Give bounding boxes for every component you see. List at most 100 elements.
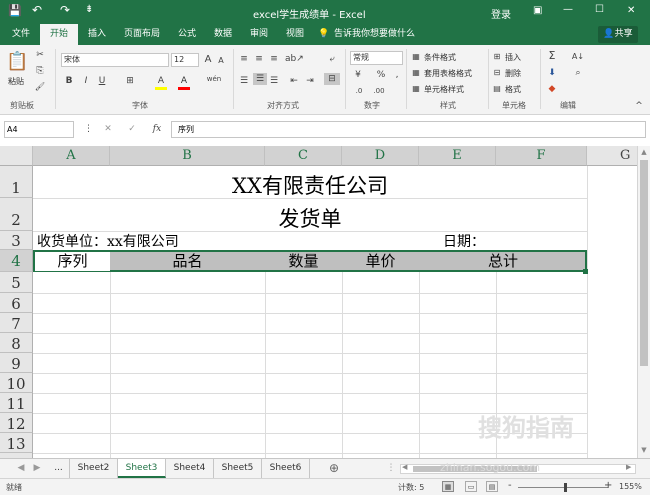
collapse-ribbon-icon[interactable]: ^ [634,100,644,112]
cell-e4-merged[interactable]: 总计 [419,252,587,271]
percent-icon[interactable]: % [375,69,387,81]
normal-view-icon[interactable]: ▦ [442,481,454,492]
ribbon-display-options-icon[interactable]: ▣ [533,5,542,16]
tab-home[interactable]: 开始 [40,24,78,45]
sort-filter-icon[interactable]: A↓ [570,51,586,63]
row-header-2[interactable]: 2 [0,198,33,231]
sheet-tab-sheet4[interactable]: Sheet4 [166,459,214,478]
align-top-icon[interactable]: ≡ [238,53,250,65]
worksheet-grid[interactable]: A B C D E F G 1 2 3 4 5 6 7 8 9 10 11 12… [0,146,637,458]
row-header-6[interactable]: 6 [0,293,33,313]
tab-file[interactable]: 文件 [4,24,38,45]
cell-b4[interactable]: 品名 [110,252,265,271]
grow-font-icon[interactable]: A [203,54,213,66]
border-icon[interactable]: ⊞ [124,75,136,87]
merge-center-icon[interactable]: ⊟ [324,73,340,85]
paste-icon[interactable]: 📋 [6,49,28,75]
next-sheet-icon[interactable]: ▶ [30,459,44,478]
sheet-tab-sheet3[interactable]: Sheet3 [118,459,166,478]
page-layout-view-icon[interactable]: ▭ [465,481,477,492]
row-header-12[interactable]: 12 [0,413,33,433]
insert-cells-button[interactable]: 插入 [505,52,521,63]
customize-qat-icon[interactable]: ⇟ [85,4,93,15]
tab-formulas[interactable]: 公式 [170,24,204,45]
number-format-dropdown[interactable]: 常规 [350,51,403,65]
zoom-level[interactable]: 155% [619,482,642,491]
cell-c4[interactable]: 数量 [265,252,342,271]
more-sheets-button[interactable]: ... [48,459,70,478]
cut-icon[interactable]: ✂ [34,49,46,61]
column-header-e[interactable]: E [419,146,496,166]
align-right-icon[interactable]: ☰ [268,75,280,87]
cell-styles-button[interactable]: 单元格样式 [424,84,464,95]
tab-data[interactable]: 数据 [206,24,240,45]
prev-sheet-icon[interactable]: ◀ [14,459,28,478]
zoom-slider-track[interactable] [518,487,608,488]
currency-icon[interactable]: ¥ [352,69,364,81]
maximize-icon[interactable]: ☐ [595,4,604,15]
increase-indent-icon[interactable]: ⇥ [304,75,316,87]
save-icon[interactable]: 💾 [8,4,22,17]
undo-icon[interactable]: ↶ [32,3,42,17]
row-header-3[interactable]: 3 [0,231,33,250]
close-icon[interactable]: ✕ [627,5,635,16]
tab-page-layout[interactable]: 页面布局 [116,24,168,45]
align-middle-icon[interactable]: ≡ [253,53,265,65]
format-as-table-button[interactable]: 套用表格格式 [424,68,472,79]
minimize-icon[interactable]: — [563,4,573,15]
cell-d4[interactable]: 单价 [342,252,419,271]
font-color-icon[interactable]: A [178,75,190,90]
scroll-down-icon[interactable]: ▼ [639,446,649,454]
phonetic-icon[interactable]: wén [204,73,224,85]
bold-icon[interactable]: B [63,75,75,87]
formula-input[interactable]: 序列 [171,121,646,138]
page-break-view-icon[interactable]: ▤ [486,481,498,492]
align-bottom-icon[interactable]: ≡ [268,53,280,65]
fill-handle[interactable] [583,269,588,274]
cancel-icon[interactable]: ✕ [102,123,114,135]
row-header-4[interactable]: 4 [0,250,33,272]
row-header-10[interactable]: 10 [0,373,33,393]
sign-in-link[interactable]: 登录 [491,6,511,21]
split-handle-icon[interactable]: ⋮ [386,459,396,478]
row-header-9[interactable]: 9 [0,353,33,373]
font-name-dropdown[interactable]: 宋体 [61,53,169,67]
copy-icon[interactable]: ⎘ [34,65,46,77]
clear-icon[interactable]: ◆ [546,83,558,95]
align-left-icon[interactable]: ☰ [238,75,250,87]
column-header-c[interactable]: C [265,146,342,166]
scroll-right-icon[interactable]: ▶ [626,463,631,471]
sheet-tab-sheet6[interactable]: Sheet6 [262,459,310,478]
row-header-8[interactable]: 8 [0,333,33,353]
vertical-scrollbar[interactable]: ▲ ▼ [637,146,650,458]
new-sheet-icon[interactable]: ⊕ [324,459,344,478]
autosum-icon[interactable]: Σ [546,50,558,62]
select-all-button[interactable] [0,146,33,166]
orientation-icon[interactable]: ab↗ [285,53,304,65]
tab-insert[interactable]: 插入 [80,24,114,45]
zoom-in-button[interactable]: + [604,480,612,491]
cell-subtitle[interactable]: 发货单 [33,198,587,231]
row-header-13[interactable]: 13 [0,433,33,453]
column-header-b[interactable]: B [110,146,265,166]
row-header-1[interactable]: 1 [0,166,33,198]
underline-icon[interactable]: U [96,75,108,87]
sheet-tab-sheet2[interactable]: Sheet2 [70,459,118,478]
wrap-text-icon[interactable]: ⤶ [326,53,338,65]
row-header-11[interactable]: 11 [0,393,33,413]
column-header-f[interactable]: F [496,146,587,166]
vertical-scroll-thumb[interactable] [640,160,648,366]
find-select-icon[interactable]: ⌕ [572,67,584,79]
cell-date[interactable]: 日期： [443,231,485,250]
increase-decimal-icon[interactable]: .0 [352,85,366,97]
zoom-out-button[interactable]: - [508,480,512,491]
format-cells-button[interactable]: 格式 [505,84,521,95]
insert-function-icon[interactable]: fx [150,123,164,135]
scroll-left-icon[interactable]: ◀ [402,463,407,471]
column-header-d[interactable]: D [342,146,419,166]
shrink-font-icon[interactable]: A [216,55,226,67]
zoom-slider-thumb[interactable] [564,483,567,492]
conditional-format-button[interactable]: 条件格式 [424,52,456,63]
column-header-g[interactable]: G [587,146,637,166]
tab-review[interactable]: 审阅 [242,24,276,45]
